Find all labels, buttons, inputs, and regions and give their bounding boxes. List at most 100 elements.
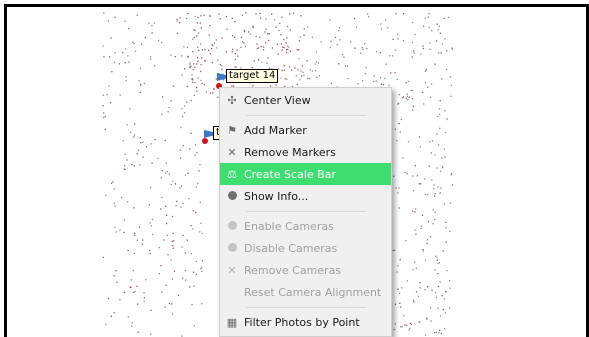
tie-point: [192, 38, 194, 40]
tie-point: [166, 171, 169, 173]
tie-point: [301, 65, 304, 67]
tie-point: [201, 57, 203, 59]
tie-point: [263, 46, 265, 48]
tie-point: [236, 49, 238, 51]
tie-point: [438, 144, 440, 146]
tie-point: [179, 17, 181, 19]
tie-point: [197, 46, 199, 48]
tie-point: [392, 249, 394, 252]
tie-point: [191, 81, 194, 83]
tie-point: [176, 200, 178, 203]
tie-point: [201, 232, 203, 235]
tie-point: [265, 18, 267, 20]
menu-item-label: Show Info...: [244, 189, 309, 203]
tie-point: [109, 102, 112, 104]
tie-point: [134, 50, 137, 52]
tie-point: [400, 306, 402, 308]
tie-point: [440, 170, 442, 172]
menu-item-show-info[interactable]: Show Info...: [220, 185, 391, 207]
tie-point: [226, 28, 228, 30]
tie-point: [125, 48, 127, 50]
tie-point: [298, 49, 300, 51]
tie-point: [199, 163, 201, 166]
tie-point: [134, 123, 136, 125]
tie-point: [265, 28, 267, 30]
tie-point: [168, 303, 171, 305]
tie-point: [398, 187, 400, 189]
menu-item-enable-cameras[interactable]: Enable Cameras: [220, 215, 391, 237]
tie-point: [347, 77, 349, 80]
menu-item-center-view[interactable]: ✣ Center View: [220, 89, 391, 111]
menu-item-add-marker[interactable]: ⚑ Add Marker: [220, 119, 391, 141]
x-icon: ✕: [227, 263, 237, 277]
tie-point: [171, 278, 173, 280]
tie-point: [395, 13, 397, 15]
tie-point: [429, 48, 431, 50]
tie-point: [164, 139, 166, 142]
tie-point: [397, 33, 399, 35]
tie-point: [186, 239, 188, 241]
tie-point: [430, 320, 432, 322]
tie-point: [343, 56, 345, 58]
tie-point: [160, 208, 162, 210]
tie-point: [219, 18, 221, 20]
tie-point: [119, 299, 121, 301]
tie-point: [193, 36, 195, 39]
tie-point: [430, 307, 432, 309]
tie-point: [139, 67, 142, 69]
tie-point: [375, 80, 377, 82]
tie-point: [166, 234, 168, 237]
tie-point: [412, 268, 414, 271]
menu-item-disable-cameras[interactable]: Disable Cameras: [220, 237, 391, 259]
tie-point: [436, 256, 438, 259]
tie-point: [187, 172, 189, 174]
tie-point: [114, 16, 116, 18]
tie-point: [286, 37, 288, 39]
tie-point: [449, 202, 452, 204]
tie-point: [134, 290, 136, 293]
tie-point: [259, 36, 261, 38]
tie-point: [398, 207, 400, 209]
tie-point: [115, 270, 117, 272]
tie-point: [196, 86, 198, 89]
tie-point: [392, 55, 394, 57]
tie-point: [388, 55, 391, 57]
tie-point: [428, 12, 430, 15]
tie-point: [184, 252, 187, 254]
menu-item-reset-camera-alignment[interactable]: Reset Camera Alignment: [220, 281, 391, 303]
tie-point: [196, 90, 198, 92]
menu-item-remove-markers[interactable]: ✕ Remove Markers: [220, 141, 391, 163]
menu-item-create-scale-bar[interactable]: ⚖ Create Scale Bar: [220, 163, 391, 185]
tie-point: [164, 205, 167, 207]
tie-point: [105, 194, 107, 197]
tie-point: [221, 37, 223, 39]
tie-point: [189, 148, 191, 150]
tie-point: [139, 91, 141, 94]
tie-point: [134, 234, 136, 236]
tie-point: [234, 53, 236, 55]
menu-item-filter-photos-by-point[interactable]: ▦ Filter Photos by Point: [220, 311, 391, 333]
tie-point: [237, 55, 239, 57]
tie-point: [187, 13, 189, 15]
tie-point: [414, 229, 416, 231]
tie-point: [266, 62, 268, 64]
tie-point: [424, 70, 426, 72]
tie-point: [219, 63, 221, 66]
tie-point: [407, 99, 409, 101]
tie-point: [411, 41, 414, 43]
menu-item-label: Remove Cameras: [244, 263, 342, 277]
tie-point: [152, 233, 154, 236]
tie-point: [149, 186, 152, 189]
tie-point: [125, 76, 127, 78]
tie-point: [181, 74, 183, 76]
tie-point: [450, 84, 452, 87]
tie-point: [429, 236, 432, 238]
camera-disable-icon: [220, 242, 244, 255]
tie-point: [429, 42, 431, 44]
tie-point: [160, 177, 162, 179]
tie-point: [406, 93, 408, 95]
tie-point: [201, 270, 203, 273]
tie-point: [420, 53, 422, 55]
menu-item-remove-cameras[interactable]: ✕ Remove Cameras: [220, 259, 391, 281]
tie-point: [170, 259, 172, 261]
